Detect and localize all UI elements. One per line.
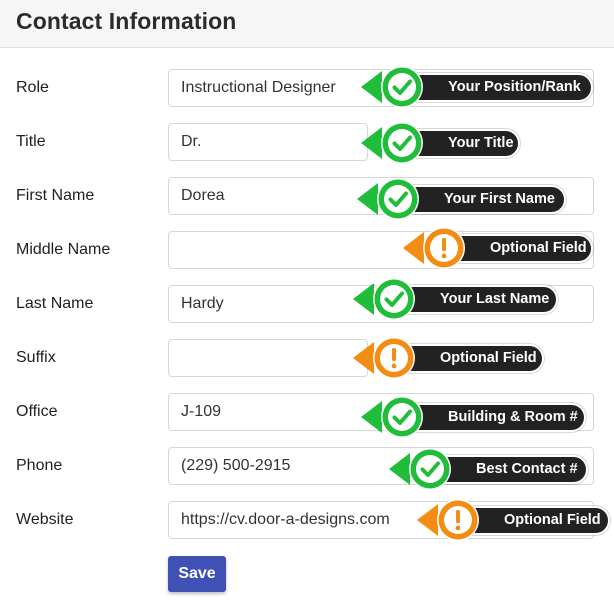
callout-role: Your Position/Rank (360, 64, 593, 110)
page-header: Contact Information (0, 0, 614, 48)
callout-suffix: Optional Field (352, 335, 544, 381)
label-office: Office (16, 403, 58, 420)
callout-text: Your Last Name (440, 291, 550, 307)
exclamation-icon (353, 337, 415, 379)
callout-last-name: Your Last Name (352, 276, 558, 322)
callout-text: Your Title (448, 135, 514, 151)
callout-office: Building & Room # (360, 394, 586, 440)
check-icon (389, 448, 451, 490)
label-first-name: First Name (16, 187, 95, 204)
callout-text: Your Position/Rank (448, 79, 581, 95)
callout-pill: Your Last Name (392, 285, 558, 314)
callout-text: Optional Field (440, 350, 537, 366)
page-title: Contact Information (16, 8, 237, 34)
exclamation-icon (417, 499, 479, 541)
callout-pill: Best Contact # (428, 455, 588, 484)
check-icon (361, 122, 423, 164)
title-input[interactable] (168, 123, 368, 161)
label-role: Role (16, 79, 49, 96)
callout-pill: Your First Name (396, 185, 566, 214)
label-middle-name: Middle Name (16, 241, 111, 258)
callout-text: Building & Room # (448, 409, 578, 425)
callout-middle-name: Optional Field (402, 225, 593, 271)
callout-text: Optional Field (490, 240, 587, 256)
callout-pill: Building & Room # (400, 403, 586, 432)
exclamation-icon (403, 227, 465, 269)
label-title: Title (16, 133, 46, 150)
label-last-name: Last Name (16, 295, 94, 312)
callout-text: Your First Name (444, 191, 555, 207)
callout-website: Optional Field (416, 497, 610, 543)
check-icon (361, 396, 423, 438)
suffix-input[interactable] (168, 339, 368, 377)
label-phone: Phone (16, 457, 63, 474)
callout-phone: Best Contact # (388, 446, 588, 492)
check-icon (353, 278, 415, 320)
label-website: Website (16, 511, 74, 528)
callout-first-name: Your First Name (356, 176, 566, 222)
check-icon (357, 178, 419, 220)
callout-title: Your Title (360, 120, 520, 166)
callout-pill: Your Position/Rank (400, 73, 593, 102)
label-suffix: Suffix (16, 349, 56, 366)
callout-text: Optional Field (504, 512, 601, 528)
save-button[interactable]: Save (168, 556, 226, 592)
callout-text: Best Contact # (476, 461, 578, 477)
check-icon (361, 66, 423, 108)
